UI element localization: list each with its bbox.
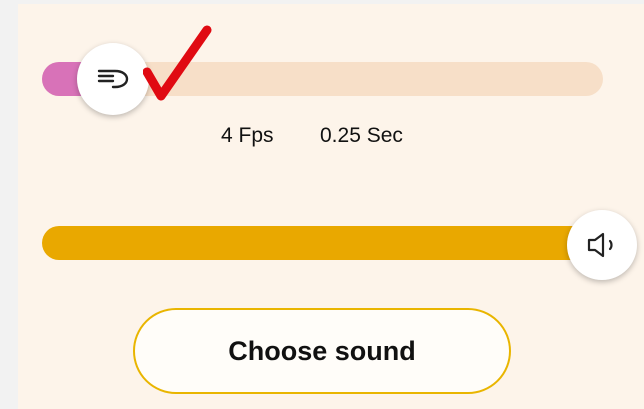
choose-sound-button[interactable]: Choose sound bbox=[133, 308, 511, 394]
fps-readout: 4 Fps bbox=[221, 124, 274, 147]
speed-slider-thumb[interactable] bbox=[77, 43, 149, 115]
speed-lines-icon bbox=[97, 69, 129, 89]
volume-slider-thumb[interactable] bbox=[567, 210, 637, 280]
checkmark-icon bbox=[143, 25, 212, 101]
volume-slider-track[interactable] bbox=[42, 226, 612, 260]
seconds-readout: 0.25 Sec bbox=[320, 124, 403, 147]
speaker-icon bbox=[587, 232, 613, 258]
